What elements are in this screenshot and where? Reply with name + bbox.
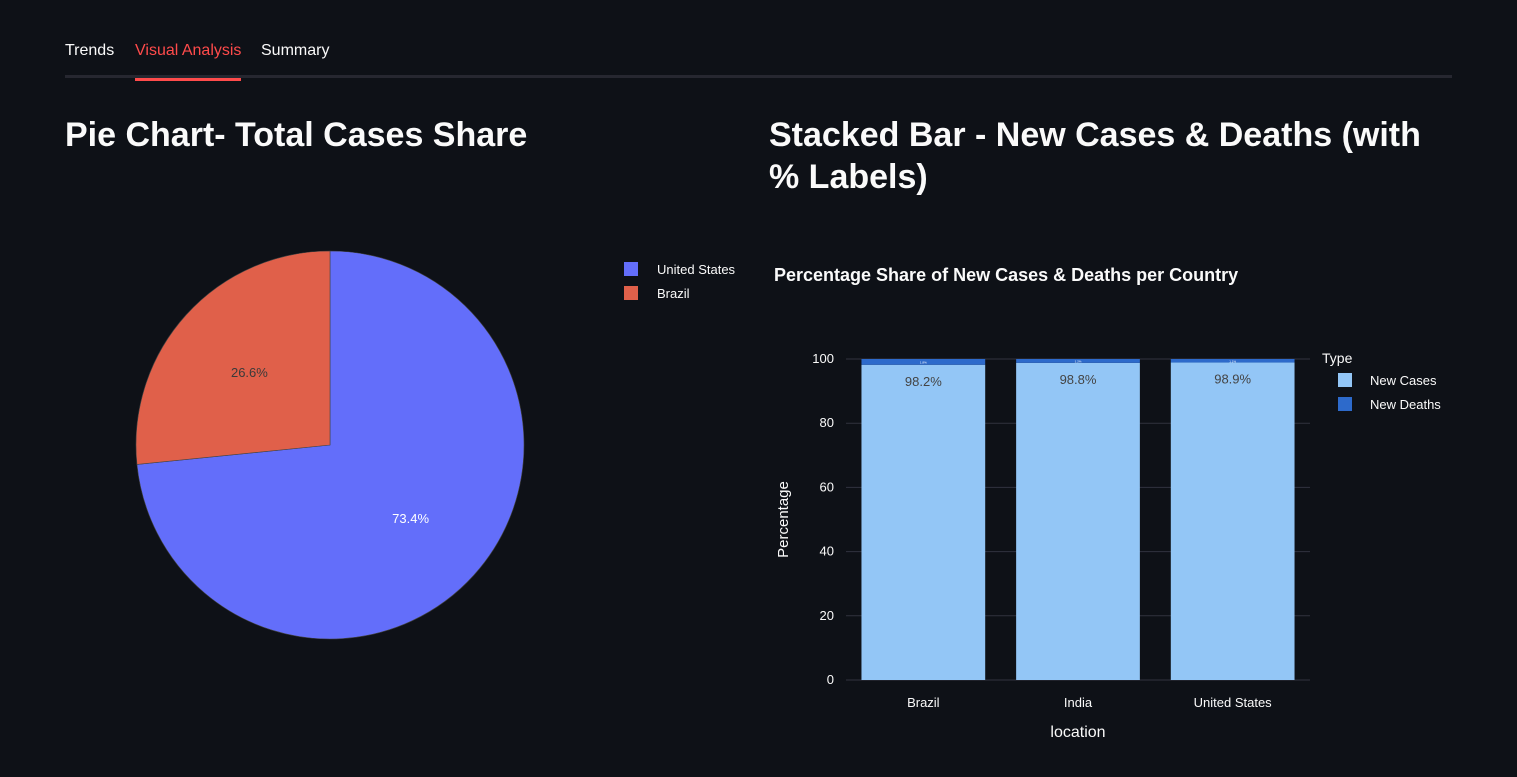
bar-value-label: 1.2% — [1075, 359, 1082, 363]
y-tick-label: 100 — [812, 351, 834, 366]
bar-value-label: 1.8% — [920, 360, 927, 364]
tab-trends-label: Trends — [65, 42, 115, 59]
bar-segment-new-cases[interactable] — [1016, 362, 1140, 680]
tab-summary[interactable]: Summary — [261, 42, 329, 78]
legend-label: New Cases — [1370, 373, 1437, 388]
legend-swatch[interactable] — [1338, 373, 1352, 387]
bar-value-label: 98.8% — [1060, 372, 1097, 387]
y-tick-label: 60 — [820, 479, 834, 494]
x-axis-title: location — [1050, 724, 1105, 741]
bar-segment-new-cases[interactable] — [861, 364, 986, 680]
bar-chart-heading: Stacked Bar - New Cases & Deaths (with %… — [769, 116, 1421, 196]
tab-trends[interactable]: Trends — [65, 42, 114, 78]
stacked-bar-chart: Percentage Share of New Cases & Deaths p… — [774, 265, 1441, 741]
bar-value-label: 98.2% — [905, 374, 942, 389]
pie-legend-swatch[interactable] — [624, 262, 638, 276]
x-tick-label: India — [1064, 695, 1093, 710]
pie-slice-label: 73.4% — [392, 511, 429, 526]
pie-legend-swatch[interactable] — [624, 286, 638, 300]
pie-slice-label: 26.6% — [231, 365, 268, 380]
pie-legend-label: Brazil — [657, 286, 690, 301]
pie-chart-heading: Pie Chart- Total Cases Share — [65, 116, 528, 154]
y-tick-label: 80 — [820, 415, 834, 430]
pie-chart: 73.4% 26.6% United States Brazil — [135, 250, 736, 640]
y-axis-title: Percentage — [775, 481, 792, 558]
y-tick-label: 20 — [820, 608, 834, 623]
bar-segment-new-cases[interactable] — [1170, 362, 1295, 680]
x-tick-label: Brazil — [907, 695, 940, 710]
tab-bar: Trends Visual Analysis Summary — [65, 30, 1452, 81]
pie-slice-brazil[interactable] — [135, 250, 331, 465]
legend-swatch[interactable] — [1338, 397, 1352, 411]
y-tick-label: 0 — [827, 672, 834, 687]
tab-visual-analysis-label: Visual Analysis — [135, 42, 242, 59]
legend-title: Type — [1322, 350, 1353, 366]
bar-value-label: 98.9% — [1214, 372, 1251, 387]
legend-label: New Deaths — [1370, 397, 1441, 412]
pie-legend-label: United States — [657, 262, 736, 277]
active-tab-indicator — [135, 78, 241, 81]
tab-summary-label: Summary — [261, 42, 330, 59]
bar-value-label: 1.1% — [1229, 359, 1236, 363]
bar-chart-title: Percentage Share of New Cases & Deaths p… — [774, 265, 1238, 285]
x-tick-label: United States — [1194, 695, 1273, 710]
tab-visual-analysis[interactable]: Visual Analysis — [135, 42, 242, 81]
y-tick-label: 40 — [820, 544, 834, 559]
